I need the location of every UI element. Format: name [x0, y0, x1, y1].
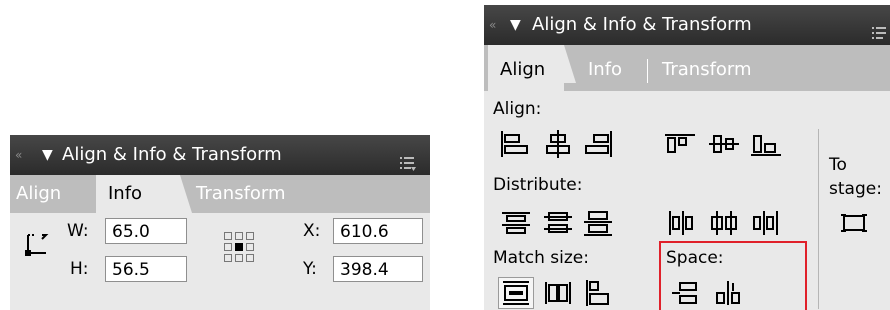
panel-title: Align & Info & Transform — [62, 144, 282, 165]
align-bottom-edge-button[interactable] — [748, 128, 784, 160]
distribute-right-edge-button[interactable] — [748, 207, 784, 239]
stage-label: stage: — [829, 179, 882, 199]
tab-info[interactable]: Info — [588, 45, 622, 91]
align-left-edge-button[interactable] — [498, 128, 534, 160]
width-label: W: — [67, 221, 89, 241]
panel-grip-icon[interactable]: « — [489, 5, 496, 45]
align-horizontal-center-button[interactable] — [540, 128, 576, 160]
tab-bar: Align Info Transform — [10, 175, 430, 213]
align-panel: « ▼ Align & Info & Transform Align Info … — [484, 5, 890, 310]
align-vertical-center-button[interactable] — [706, 128, 742, 160]
distribute-left-edge-button[interactable] — [662, 207, 698, 239]
align-top-edge-button[interactable] — [662, 128, 698, 160]
distribute-vertical-center-button[interactable] — [540, 207, 576, 239]
transform-point-icon — [22, 231, 52, 265]
y-field[interactable]: 398.4 — [333, 256, 423, 282]
info-tab-content: W: 65.0 H: 56.5 X: 610.6 Y: 398.4 — [10, 213, 430, 310]
match-size-label: Match size: — [493, 248, 589, 268]
tab-transform[interactable]: Transform — [196, 175, 286, 213]
panel-title: Align & Info & Transform — [532, 14, 752, 35]
align-right-edge-button[interactable] — [580, 128, 616, 160]
panel-grip-icon[interactable]: « — [15, 135, 22, 175]
match-width-and-height-button[interactable] — [498, 277, 534, 309]
info-panel: « ▼ Align & Info & Transform Align Info … — [10, 135, 430, 310]
align-tab-content: Align: To stage: Distribute: Match size:… — [484, 91, 890, 310]
to-label: To — [829, 155, 847, 175]
distribute-label: Distribute: — [493, 175, 583, 195]
tab-info[interactable]: Info — [96, 175, 192, 213]
panel-titlebar[interactable]: « ▼ Align & Info & Transform — [484, 5, 890, 45]
stage-column-separator — [818, 129, 819, 309]
tab-bar: Align Info Transform — [484, 45, 890, 91]
align-label: Align: — [493, 99, 542, 119]
height-label: H: — [70, 259, 89, 279]
tab-align[interactable]: Align — [10, 175, 92, 213]
x-label: X: — [303, 221, 321, 241]
panel-titlebar[interactable]: « ▼ Align & Info & Transform — [10, 135, 430, 175]
x-field[interactable]: 610.6 — [333, 218, 423, 244]
tab-transform[interactable]: Transform — [662, 45, 752, 91]
tab-separator — [647, 59, 648, 83]
distribute-bottom-edge-button[interactable] — [580, 207, 616, 239]
space-evenly-horizontally-button[interactable] — [710, 277, 746, 309]
registration-grid-icon[interactable] — [223, 231, 255, 267]
align-to-stage-button[interactable] — [836, 207, 872, 239]
tab-align[interactable]: Align — [488, 45, 576, 91]
match-height-button[interactable] — [580, 277, 616, 309]
collapse-triangle-icon[interactable]: ▼ — [510, 5, 521, 45]
distribute-top-edge-button[interactable] — [498, 207, 534, 239]
collapse-triangle-icon[interactable]: ▼ — [42, 135, 53, 175]
width-field[interactable]: 65.0 — [105, 218, 187, 244]
match-width-button[interactable] — [540, 277, 576, 309]
space-label: Space: — [666, 248, 724, 268]
space-evenly-vertically-button[interactable] — [668, 277, 704, 309]
y-label: Y: — [303, 259, 317, 279]
distribute-horizontal-center-button[interactable] — [706, 207, 742, 239]
height-field[interactable]: 56.5 — [105, 256, 187, 282]
